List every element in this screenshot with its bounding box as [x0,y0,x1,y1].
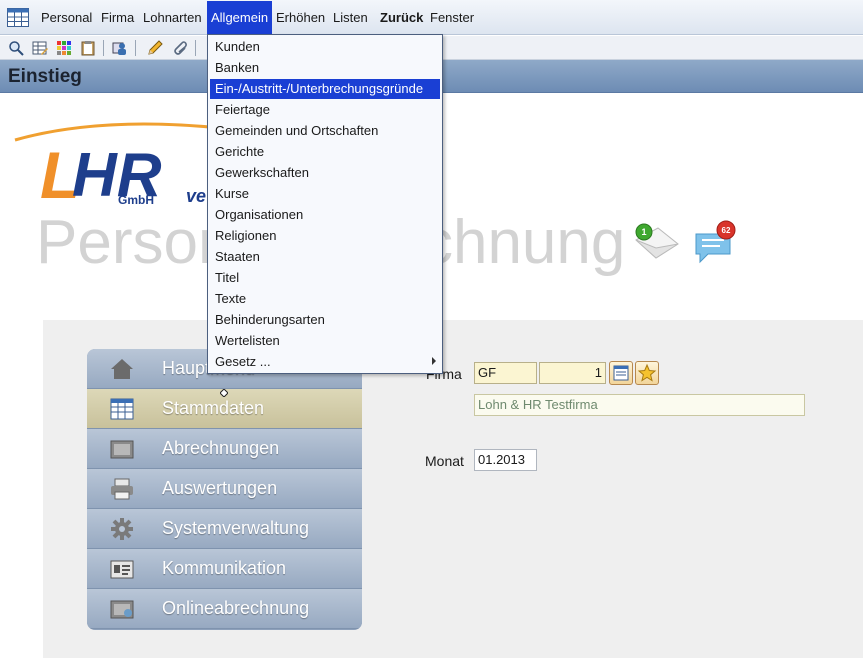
firma-name-field: Lohn & HR Testfirma [474,394,805,416]
menu-personal[interactable]: Personal [37,1,96,34]
toolbar-separator [195,40,196,56]
nav-item-systemverwaltung[interactable]: Systemverwaltung [87,509,362,549]
menu-item-gemeinden[interactable]: Gemeinden und Ortschaften [210,121,440,141]
nav-item-abrechnungen[interactable]: Abrechnungen [87,429,362,469]
online-invoice-icon [110,600,134,619]
menu-item-wertelisten[interactable]: Wertelisten [210,331,440,351]
firma-number-field[interactable]: 1 [539,362,606,384]
menu-item-gerichte[interactable]: Gerichte [210,142,440,162]
menu-item-banken[interactable]: Banken [210,58,440,78]
nav-label: Onlineabrechnung [162,598,310,618]
menu-item-titel[interactable]: Titel [210,268,440,288]
toolbar-separator [135,40,136,56]
pencil-icon[interactable] [147,40,163,56]
firma-favorite-button[interactable] [635,361,659,385]
nav-label: Abrechnungen [162,438,280,458]
nav-label: Kommunikation [162,558,287,578]
nav-item-onlineabrechnung[interactable]: Onlineabrechnung [87,589,362,629]
color-grid-icon[interactable] [56,40,72,56]
menu-allgemein[interactable]: Allgemein [207,1,273,34]
menu-listen[interactable]: Listen [329,1,372,34]
nav-item-auswertungen[interactable]: Auswertungen [87,469,362,509]
paperclip-icon[interactable] [171,40,187,56]
company-logo: L HR GmbH ve [14,122,221,212]
menu-erhoehen[interactable]: Erhöhen [272,1,329,34]
menu-item-texte[interactable]: Texte [210,289,440,309]
menu-item-organisationen[interactable]: Organisationen [210,205,440,225]
star-icon [637,363,657,382]
menu-item-kurse[interactable]: Kurse [210,184,440,204]
firma-code-field[interactable]: GF [474,362,537,384]
menu-item-gesetz[interactable]: Gesetz ... [210,352,440,372]
table-app-icon[interactable] [7,8,29,27]
menu-item-kunden[interactable]: Kunden [210,37,440,57]
menubar: Personal Firma Lohnarten Allgemein Erhöh… [0,0,863,35]
monat-label: Monat [425,453,464,469]
users-icon[interactable] [112,40,128,56]
nav-label: Stammdaten [162,398,265,418]
menu-item-gewerkschaften[interactable]: Gewerkschaften [210,163,440,183]
invoice-icon [110,440,134,459]
clipboard-icon[interactable] [80,40,96,56]
home-icon [111,359,133,379]
page-title: Einstieg [8,66,82,87]
mail-icon[interactable]: 1 [632,222,680,266]
gear-icon [111,518,133,540]
mail-badge-count: 1 [641,227,646,237]
firma-lookup-button[interactable] [609,361,633,385]
chat-icon[interactable]: 62 [694,220,742,266]
menu-fenster[interactable]: Fenster [426,1,478,34]
grid-edit-icon[interactable] [32,40,48,56]
mouse-cursor-icon [220,389,228,397]
list-icon [613,365,629,381]
toolbar-separator [103,40,104,56]
menu-item-eintritt-austritt-gruende[interactable]: Ein-/Austritt-/Unterbrechungsgründe [210,79,440,99]
logo-gmbh: GmbH [118,193,154,207]
monat-field[interactable]: 01.2013 [474,449,537,471]
menu-zurueck[interactable]: Zurück [376,1,427,34]
chat-badge-count: 62 [722,226,731,235]
menu-lohnarten[interactable]: Lohnarten [139,1,206,34]
printer-icon [111,478,133,500]
menu-firma[interactable]: Firma [97,1,138,34]
search-icon[interactable] [8,40,24,56]
submenu-arrow-icon [432,357,436,365]
nav-item-kommunikation[interactable]: Kommunikation [87,549,362,589]
logo-tail: ve [186,186,206,206]
menu-item-staaten[interactable]: Staaten [210,247,440,267]
menu-item-religionen[interactable]: Religionen [210,226,440,246]
table-icon [110,398,134,420]
nav-label: Systemverwaltung [162,518,310,538]
menu-item-behinderungsarten[interactable]: Behinderungsarten [210,310,440,330]
id-card-icon [110,560,134,579]
nav-label: Auswertungen [162,478,278,498]
allgemein-dropdown-menu: Kunden Banken Ein-/Austritt-/Unterbrechu… [207,34,443,374]
menu-item-feiertage[interactable]: Feiertage [210,100,440,120]
